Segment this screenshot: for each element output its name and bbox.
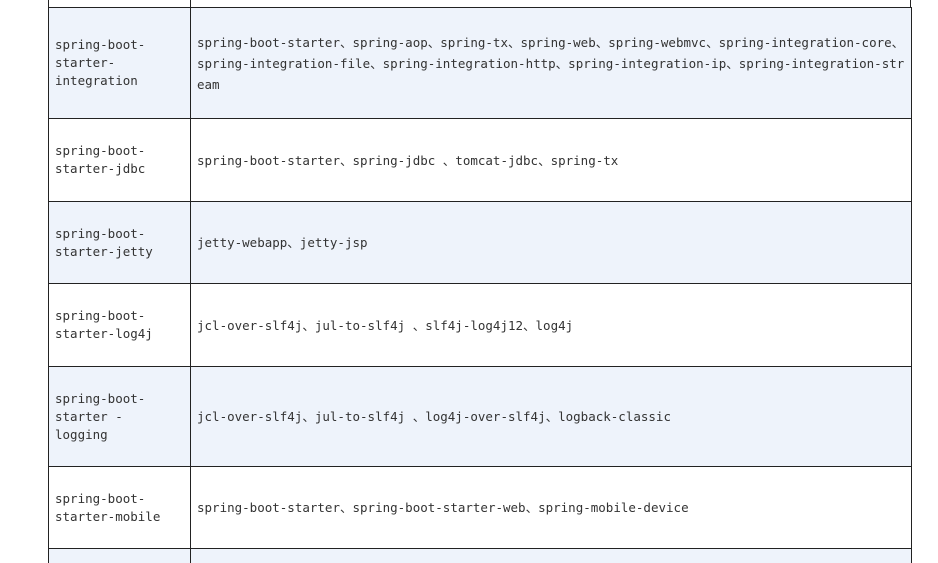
dependencies-text: spring-boot-starter、spring-jdbc 、tomcat-…: [197, 152, 619, 168]
dependencies-text: jetty-webapp、jetty-jsp: [197, 235, 368, 250]
starter-name-cell: spring-boot- starter-mobile: [48, 466, 191, 549]
starter-name-line: starter-mobile: [55, 508, 161, 524]
dependencies-cell: spring-boot-starter、spring-boot-starter-…: [190, 466, 912, 549]
dependencies-cell: spring-boot-starter、spring-jdbc 、tomcat-…: [190, 118, 912, 202]
table-row: spring-boot- starter-jdbc spring-boot-st…: [48, 118, 912, 202]
table-row: spring-boot- starter-jetty jetty-webapp、…: [48, 201, 912, 284]
starter-name-cell: spring-boot- starter-jdbc: [48, 118, 191, 202]
starter-dependency-table: spring-boot- starter- integration spring…: [48, 7, 912, 563]
starter-name-cell: spring-boot- starter-jetty: [48, 201, 191, 284]
starter-name-line: spring-boot-: [55, 37, 146, 52]
dependencies-text: jcl-over-slf4j、jul-to-slf4j 、log4j-over-…: [197, 409, 671, 424]
starter-name-line: integration: [55, 73, 138, 88]
starter-name-cell: spring-boot- starter- integration: [48, 7, 191, 119]
starter-name-line: logging: [55, 426, 108, 442]
starter-name-line: spring-boot-: [55, 225, 146, 241]
starter-name-cell: spring-boot- starter - logging: [48, 366, 191, 467]
page-viewport: spring-boot- starter- integration spring…: [0, 0, 938, 563]
dependencies-cell: spring-boot-starter、spring-aop、spring-tx…: [190, 7, 912, 119]
starter-name-line: starter-log4j: [55, 326, 153, 341]
starter-name-cell: [48, 548, 191, 563]
starter-name-line: starter-: [55, 55, 116, 70]
dependencies-text: jcl-over-slf4j、jul-to-slf4j 、slf4j-log4j…: [197, 317, 574, 333]
starter-name-line: starter -: [55, 408, 123, 424]
table-row: spring-boot- starter - logging jcl-over-…: [48, 366, 912, 467]
starter-name-line: spring-boot-: [55, 390, 146, 406]
starter-name-line: starter-jdbc: [55, 161, 146, 176]
dependencies-cell: [190, 548, 912, 563]
table-row: spring-boot- starter-log4j jcl-over-slf4…: [48, 283, 912, 367]
starter-name-cell: spring-boot- starter-log4j: [48, 283, 191, 367]
dependencies-text: spring-boot-starter、spring-aop、spring-tx…: [197, 34, 905, 92]
table-row: spring-boot- starter- integration spring…: [48, 7, 912, 119]
table-row: spring-boot- starter-mobile spring-boot-…: [48, 466, 912, 549]
dependencies-cell: jetty-webapp、jetty-jsp: [190, 201, 912, 284]
starter-name-line: starter-jetty: [55, 243, 153, 259]
dependencies-cell: jcl-over-slf4j、jul-to-slf4j 、log4j-over-…: [190, 366, 912, 467]
starter-name-line: spring-boot-: [55, 308, 146, 323]
starter-name-line: spring-boot-: [55, 490, 146, 506]
table-row: [48, 548, 912, 563]
dependencies-text: spring-boot-starter、spring-boot-starter-…: [197, 500, 689, 515]
starter-name-line: spring-boot-: [55, 143, 146, 158]
dependencies-cell: jcl-over-slf4j、jul-to-slf4j 、slf4j-log4j…: [190, 283, 912, 367]
